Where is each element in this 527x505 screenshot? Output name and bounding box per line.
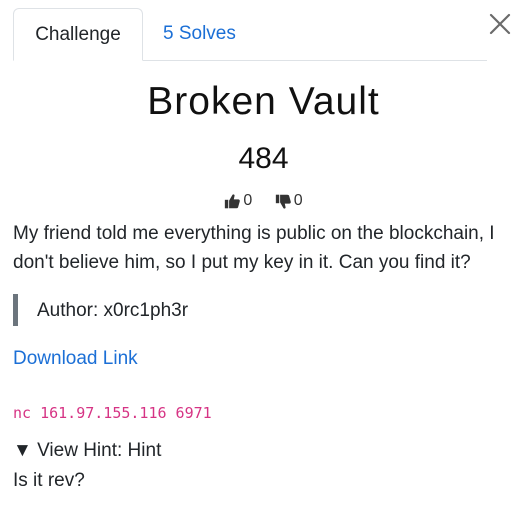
download-link[interactable]: Download Link xyxy=(13,348,138,370)
thumbs-down-icon xyxy=(275,194,291,209)
challenge-title: Broken Vault xyxy=(147,80,380,123)
close-icon xyxy=(489,13,511,35)
challenge-tabs: Challenge 5 Solves xyxy=(13,8,487,61)
hint-content: Is it rev? xyxy=(13,470,85,491)
downvote-count: 0 xyxy=(293,192,303,209)
tab-solves[interactable]: 5 Solves xyxy=(143,8,256,59)
close-button[interactable] xyxy=(486,10,514,38)
upvote-count: 0 xyxy=(243,192,253,209)
hint-expanded-marker: ▼ xyxy=(13,440,32,461)
hint-summary-label: View Hint: Hint xyxy=(37,440,162,461)
author-blockquote: Author: x0rc1ph3r xyxy=(13,294,188,326)
vote-bar: 0 0 xyxy=(0,192,527,215)
author-text: Author: x0rc1ph3r xyxy=(37,300,189,321)
downvote-button[interactable]: 0 xyxy=(275,192,303,210)
thumbs-up-icon xyxy=(225,193,241,208)
tab-challenge[interactable]: Challenge xyxy=(13,8,143,61)
challenge-points: 484 xyxy=(238,142,289,175)
challenge-description: My friend told me everything is public o… xyxy=(13,223,495,273)
hint-toggle[interactable]: ▼ View Hint: Hint xyxy=(13,440,161,462)
upvote-button[interactable]: 0 xyxy=(224,192,252,210)
connection-command: nc 161.97.155.116 6971 xyxy=(13,404,212,422)
